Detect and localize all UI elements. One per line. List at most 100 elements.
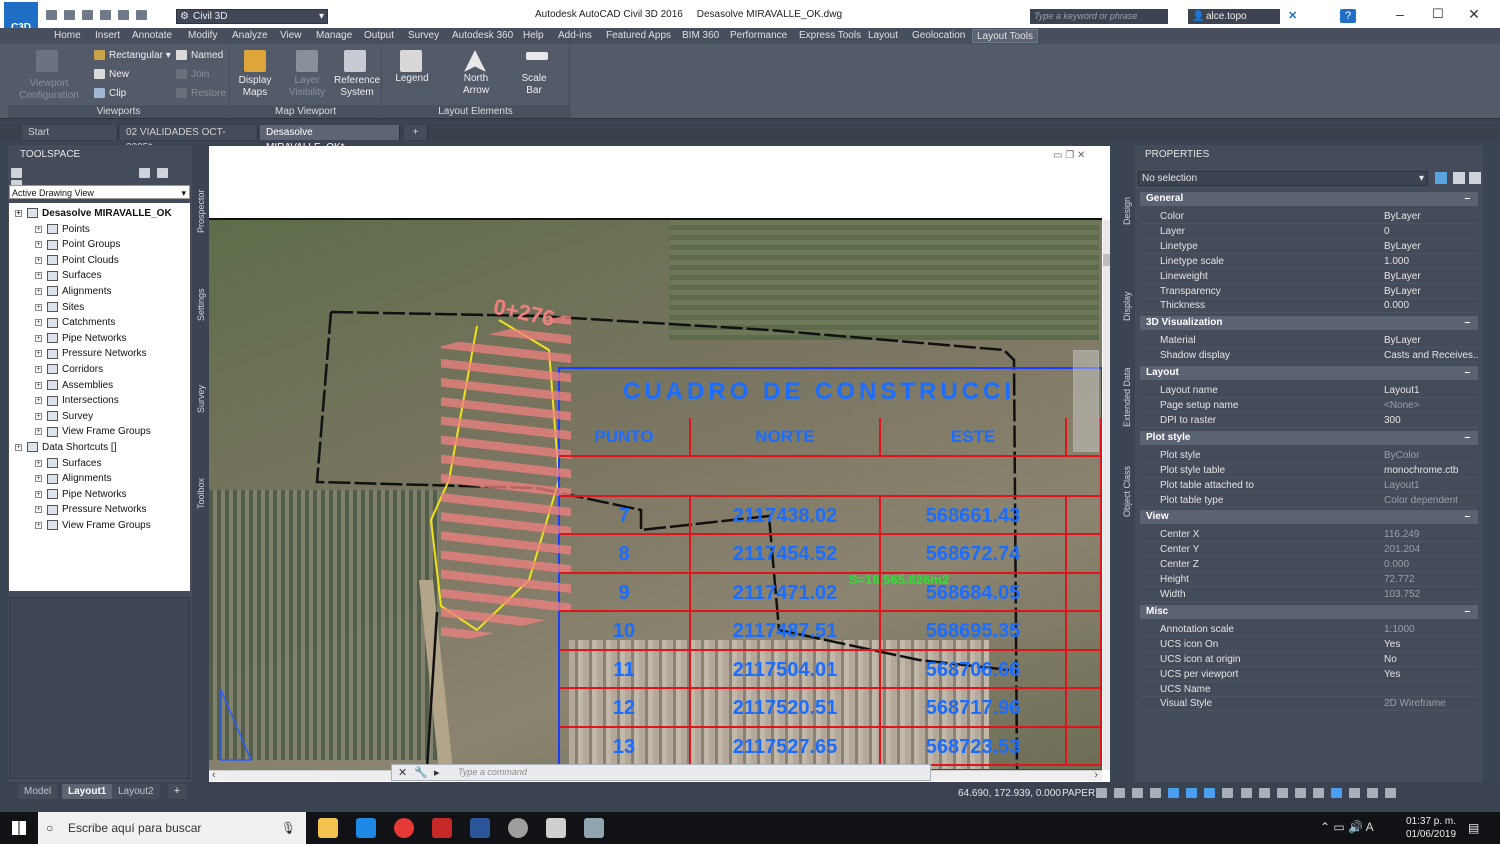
minimize-button[interactable]: –: [1392, 6, 1408, 22]
tree-item[interactable]: + Survey: [35, 410, 93, 424]
tab-performance[interactable]: Performance: [726, 29, 791, 43]
side-tab-survey[interactable]: Survey: [196, 385, 206, 413]
property-row[interactable]: Plot table attached to Layout1: [1140, 478, 1478, 493]
side-tab-extended-data[interactable]: Extended Data: [1122, 367, 1132, 427]
scroll-right-icon[interactable]: ›: [1094, 769, 1098, 781]
expand-icon[interactable]: +: [35, 522, 42, 529]
tree-item[interactable]: + Assemblies: [35, 379, 113, 393]
tab-analyze[interactable]: Analyze: [228, 29, 272, 43]
select-objects-icon[interactable]: [1453, 172, 1465, 184]
property-value[interactable]: 1:1000: [1384, 622, 1478, 637]
tree-item[interactable]: + View Frame Groups: [35, 519, 151, 533]
tab-express-tools[interactable]: Express Tools: [795, 29, 865, 43]
quick-select-icon[interactable]: [1469, 172, 1481, 184]
grid-icon[interactable]: [1096, 788, 1107, 799]
workspace-dropdown[interactable]: ⚙ Civil 3D ▾: [176, 9, 328, 24]
close-command-icon[interactable]: ✕: [398, 766, 407, 779]
property-row[interactable]: Center Y 201.204: [1140, 542, 1478, 558]
tree-expand-icon[interactable]: [139, 168, 151, 179]
named-button[interactable]: Named: [176, 50, 223, 62]
property-row[interactable]: Layer 0: [1140, 224, 1478, 239]
tab-home[interactable]: Home: [50, 29, 85, 43]
property-row[interactable]: Visual Style 2D Wireframe: [1140, 696, 1478, 712]
clip-button[interactable]: Clip: [94, 88, 126, 100]
tab-featured-apps[interactable]: Featured Apps: [602, 29, 675, 43]
restore-button[interactable]: Restore: [176, 88, 226, 100]
windows-start-icon[interactable]: [12, 821, 26, 835]
collapse-icon[interactable]: –: [1464, 510, 1470, 524]
lineweight-icon[interactable]: [1204, 788, 1216, 799]
property-value[interactable]: ByLayer: [1384, 209, 1478, 224]
tree-item[interactable]: + Points: [35, 223, 90, 237]
property-row[interactable]: Width 103.752: [1140, 587, 1478, 602]
property-value[interactable]: 2D Wireframe: [1384, 696, 1478, 711]
property-row[interactable]: Page setup name <None>: [1140, 398, 1478, 413]
expand-icon[interactable]: +: [35, 459, 42, 467]
property-value[interactable]: 300: [1384, 413, 1478, 428]
transparency-icon[interactable]: [1222, 788, 1234, 799]
property-value[interactable]: 72.772: [1384, 572, 1478, 587]
clean-screen-icon[interactable]: [1366, 788, 1378, 799]
taskbar-search[interactable]: ○ Escribe aquí para buscar 🎙: [38, 812, 306, 844]
property-value[interactable]: Color dependent: [1384, 493, 1478, 508]
side-tab-settings[interactable]: Settings: [196, 288, 206, 321]
expand-icon[interactable]: +: [35, 366, 42, 373]
expand-icon[interactable]: +: [35, 428, 42, 436]
north-arrow-button[interactable]: North Arrow: [454, 73, 498, 97]
collapse-icon[interactable]: –: [1464, 192, 1470, 206]
expand-icon[interactable]: +: [35, 412, 42, 420]
tab-vialidades[interactable]: 02 VIALIDADES OCT-2005*: [120, 125, 258, 153]
new-file-icon[interactable]: [46, 10, 57, 21]
property-value[interactable]: 116.249: [1384, 527, 1478, 542]
property-row[interactable]: Center Z 0.000: [1140, 557, 1478, 573]
expand-icon[interactable]: +: [35, 225, 42, 233]
side-tab-display[interactable]: Display: [1122, 291, 1132, 321]
tab-autodesk-360[interactable]: Autodesk 360: [448, 29, 517, 43]
file-explorer-icon[interactable]: [318, 818, 338, 838]
tree-item[interactable]: + Surfaces: [35, 457, 101, 471]
command-line[interactable]: ✕ 🔧 ▸ Type a command: [391, 764, 931, 781]
tab-view[interactable]: View: [276, 29, 306, 43]
maximize-button[interactable]: ☐: [1430, 6, 1446, 22]
selection-dropdown[interactable]: No selection ▾: [1138, 171, 1428, 186]
tree-item[interactable]: + Surfaces: [35, 269, 101, 283]
side-tab-design[interactable]: Design: [1122, 197, 1132, 225]
tree-item[interactable]: + Point Clouds: [35, 254, 119, 268]
tab-survey[interactable]: Survey: [404, 29, 443, 43]
tree-item[interactable]: + Point Groups: [35, 238, 120, 252]
tree-item[interactable]: + Alignments: [35, 285, 111, 299]
property-value[interactable]: 0.000: [1384, 298, 1478, 313]
tab-output[interactable]: Output: [360, 29, 398, 43]
add-layout-button[interactable]: +: [168, 784, 186, 799]
expand-icon[interactable]: +: [35, 350, 42, 358]
property-value[interactable]: ByLayer: [1384, 284, 1478, 299]
new-tab-button[interactable]: +: [404, 125, 428, 140]
tab-modify[interactable]: Modify: [184, 29, 221, 43]
close-viewport-icon[interactable]: ✕: [1077, 150, 1085, 161]
isodraft-icon[interactable]: [1168, 788, 1180, 799]
annotation-monitor-icon[interactable]: [1276, 788, 1288, 799]
layer-visibility-button[interactable]: Layer Visibility: [284, 75, 330, 99]
tab-bim-360[interactable]: BIM 360: [678, 29, 723, 43]
property-value[interactable]: 0.000: [1384, 557, 1478, 572]
expand-icon[interactable]: +: [35, 241, 42, 249]
help-icon[interactable]: ?: [1340, 9, 1356, 23]
command-history-icon[interactable]: ▸: [434, 766, 440, 779]
aerial-map-viewport[interactable]: 0+276 S=16,565.826m2 CUADRO DE CONSTRUCC…: [209, 220, 1102, 770]
side-tab-object-class[interactable]: Object Class: [1122, 466, 1132, 517]
collapse-icon[interactable]: –: [1464, 431, 1470, 445]
autocad-icon[interactable]: [432, 818, 452, 838]
minimize-viewport-icon[interactable]: ▭: [1053, 150, 1062, 161]
drawing-canvas[interactable]: ▭ ❐ ✕ 0+276 S=16,565.826m2 CUADRO DE CON…: [209, 146, 1110, 782]
property-value[interactable]: 201.204: [1384, 542, 1478, 557]
expand-icon[interactable]: +: [35, 334, 42, 342]
exchange-icon[interactable]: ✕: [1288, 9, 1302, 23]
side-tab-toolbox[interactable]: Toolbox: [196, 478, 206, 509]
property-value[interactable]: Yes: [1384, 667, 1478, 682]
property-row[interactable]: UCS Name: [1140, 682, 1478, 697]
restore-viewport-icon[interactable]: ❐: [1065, 150, 1074, 161]
rectangular-button[interactable]: Rectangular ▾: [94, 50, 171, 62]
property-row[interactable]: Transparency ByLayer: [1140, 284, 1478, 299]
property-value[interactable]: Layout1: [1384, 478, 1478, 493]
property-row[interactable]: Plot style table monochrome.ctb: [1140, 463, 1478, 478]
